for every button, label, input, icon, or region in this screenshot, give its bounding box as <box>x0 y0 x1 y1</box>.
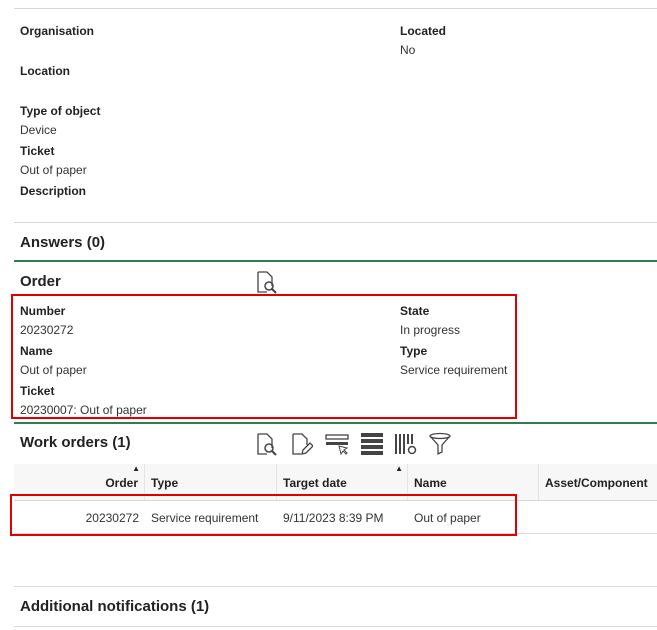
select-icon[interactable] <box>325 432 349 456</box>
column-label: Target date <box>283 476 347 490</box>
work-orders-title: Work orders (1) <box>20 434 131 451</box>
sort-asc-icon: ▲ <box>395 464 403 473</box>
column-label: Name <box>414 476 447 490</box>
additional-notifications-title[interactable]: Additional notifications (1) <box>20 598 209 615</box>
state-value: In progress <box>400 323 461 337</box>
located-label: Located <box>400 24 447 38</box>
location-label: Location <box>20 64 70 78</box>
divider <box>14 586 657 587</box>
type-value: Service requirement <box>400 363 508 377</box>
filter-icon[interactable] <box>428 432 452 456</box>
sort-asc-icon: ▲ <box>132 464 140 473</box>
order-highlight <box>11 294 517 419</box>
name-value: Out of paper <box>20 363 87 377</box>
order-ticket-label: Ticket <box>20 384 55 398</box>
preview-icon[interactable] <box>254 270 278 294</box>
type-of-object-label: Type of object <box>20 104 101 118</box>
edit-icon[interactable] <box>289 432 313 456</box>
located-value: No <box>400 43 416 57</box>
divider <box>14 8 657 9</box>
state-label: State <box>400 304 430 318</box>
ticket-label: Ticket <box>20 144 55 158</box>
ticket-value: Out of paper <box>20 163 87 177</box>
number-value: 20230272 <box>20 323 74 337</box>
order-title: Order <box>20 273 61 290</box>
type-of-object-value: Device <box>20 123 57 137</box>
divider <box>14 422 657 424</box>
number-label: Number <box>20 304 66 318</box>
divider <box>14 222 657 223</box>
description-label: Description <box>20 184 87 198</box>
preview-icon[interactable] <box>254 432 278 456</box>
column-label: Type <box>151 476 179 490</box>
column-header-asset[interactable]: Asset/Component <box>539 464 657 500</box>
divider <box>14 260 657 262</box>
answers-title[interactable]: Answers (0) <box>20 234 105 251</box>
organisation-label: Organisation <box>20 24 95 38</box>
list-icon[interactable] <box>360 432 384 456</box>
name-label: Name <box>20 344 53 358</box>
order-ticket-value: 20230007: Out of paper <box>20 403 147 417</box>
type-label: Type <box>400 344 428 358</box>
divider <box>14 626 657 627</box>
row-highlight <box>10 494 517 536</box>
column-label: Asset/Component <box>545 476 648 490</box>
